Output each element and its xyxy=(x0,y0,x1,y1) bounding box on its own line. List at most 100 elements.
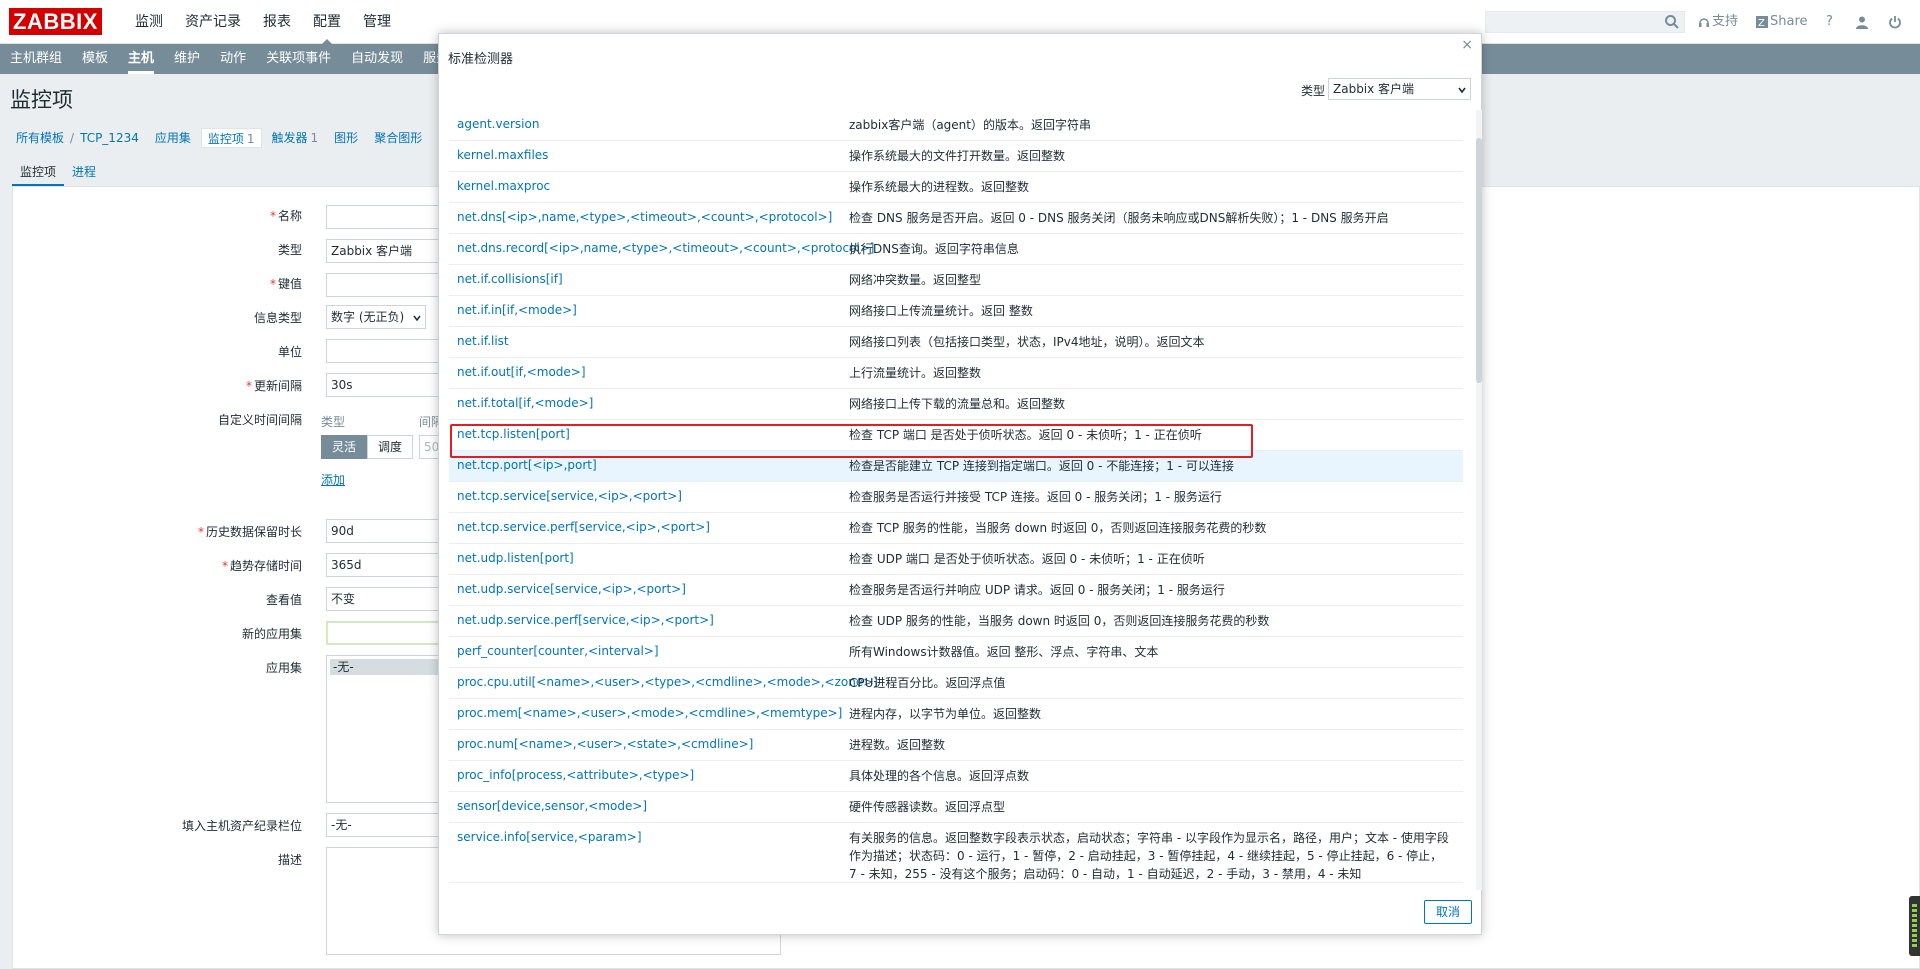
item-key-link[interactable]: proc.cpu.util[<name>,<user>,<type>,<cmdl… xyxy=(457,675,878,689)
close-icon[interactable]: × xyxy=(1461,38,1473,52)
item-key-row: agent.version zabbix客户端（agent）的版本。返回字符串 xyxy=(449,110,1463,141)
item-key-link[interactable]: kernel.maxfiles xyxy=(457,148,548,162)
item-key-row: net.tcp.service[service,<ip>,<port>] 检查服务… xyxy=(449,482,1463,513)
sign-out-icon[interactable] xyxy=(1888,0,1902,44)
breadcrumb-template[interactable]: TCP_1234 xyxy=(74,128,145,148)
nav-inventory[interactable]: 资产记录 xyxy=(174,0,252,44)
item-key-link[interactable]: net.tcp.service.perf[service,<ip>,<port>… xyxy=(457,520,710,534)
key-label: * 键值 xyxy=(269,277,302,291)
item-key-description: 检查服务是否运行并接受 TCP 连接。返回 0 - 服务关闭；1 - 服务运行 xyxy=(849,490,1222,504)
item-key-row: service.info[service,<param>] 有关服务的信息。返回整… xyxy=(449,823,1463,883)
item-key-description: 进程内存，以字节为单位。返回整数 xyxy=(849,707,1042,721)
item-key-link[interactable]: service.info[service,<param>] xyxy=(457,830,642,844)
item-key-link[interactable]: net.if.in[if,<mode>] xyxy=(457,303,577,317)
nav-monitoring[interactable]: 监测 xyxy=(124,0,174,44)
item-key-link[interactable]: net.if.total[if,<mode>] xyxy=(457,396,593,410)
headset-icon xyxy=(1699,18,1709,27)
scrollbar-thumb[interactable] xyxy=(1476,138,1482,383)
item-key-row: net.dns.record[<ip>,name,<type>,<timeout… xyxy=(449,234,1463,265)
item-key-link[interactable]: sensor[device,sensor,<mode>] xyxy=(457,799,647,813)
breadcrumb-screens[interactable]: 聚合图形 xyxy=(368,128,428,148)
item-key-link[interactable]: net.if.out[if,<mode>] xyxy=(457,365,586,379)
item-key-link[interactable]: net.tcp.port[<ip>,port] xyxy=(457,458,597,472)
item-key-row: kernel.maxproc 操作系统最大的进程数。返回整数 xyxy=(449,172,1463,203)
interval-type-toggle: 灵活 调度 xyxy=(321,435,414,459)
help-icon[interactable]: ? xyxy=(1826,0,1833,44)
item-key-link[interactable]: proc.num[<name>,<user>,<state>,<cmdline>… xyxy=(457,737,753,751)
item-key-link[interactable]: net.tcp.service[service,<ip>,<port>] xyxy=(457,489,682,503)
flexible-option[interactable]: 灵活 xyxy=(321,435,368,459)
type-filter-select[interactable]: Zabbix 客户端 xyxy=(1328,78,1471,100)
breadcrumb-items-label: 监控项 xyxy=(207,132,244,146)
list-scrollbar[interactable] xyxy=(1476,110,1482,890)
item-key-row: sensor[device,sensor,<mode>] 硬件传感器读数。返回浮点… xyxy=(449,792,1463,823)
item-key-link[interactable]: net.if.list xyxy=(457,334,509,348)
item-key-row: net.udp.service.perf[service,<ip>,<port>… xyxy=(449,606,1463,637)
item-key-description: 具体处理的各个信息。返回浮点数 xyxy=(849,769,1030,783)
global-search-input[interactable] xyxy=(1485,11,1685,33)
breadcrumb-triggers[interactable]: 触发器 1 xyxy=(266,128,325,148)
info-type-select[interactable]: 数字 (无正负) xyxy=(326,305,426,329)
item-key-description: 操作系统最大的进程数。返回整数 xyxy=(849,180,1030,194)
item-key-link[interactable]: net.dns[<ip>,name,<type>,<timeout>,<coun… xyxy=(457,210,832,224)
item-key-link[interactable]: proc_info[process,<attribute>,<type>] xyxy=(457,768,694,782)
item-key-link[interactable]: agent.version xyxy=(457,117,539,131)
info-type-label: 信息类型 xyxy=(253,311,302,325)
side-status-widget[interactable] xyxy=(1909,896,1920,956)
inventory-field-label: 填入主机资产纪录栏位 xyxy=(181,819,302,833)
tab-item[interactable]: 监控项 xyxy=(12,160,65,187)
subnav-actions[interactable]: 动作 xyxy=(210,44,256,74)
nav-reports[interactable]: 报表 xyxy=(252,0,302,44)
subnav-templates[interactable]: 模板 xyxy=(72,44,118,74)
share-logo-icon: Z xyxy=(1756,16,1768,28)
item-key-row: proc.cpu.util[<name>,<user>,<type>,<cmdl… xyxy=(449,668,1463,699)
nav-administration[interactable]: 管理 xyxy=(352,0,402,44)
breadcrumb-items[interactable]: 监控项 1 xyxy=(200,128,262,148)
item-key-description: 网络接口列表（包括接口类型，状态，IPv4地址，说明）。返回文本 xyxy=(849,335,1205,349)
breadcrumb-all-templates[interactable]: 所有模板 xyxy=(10,128,70,148)
subnav-maintenance[interactable]: 维护 xyxy=(164,44,210,74)
item-key-link[interactable]: net.dns.record[<ip>,name,<type>,<timeout… xyxy=(457,241,874,255)
breadcrumb-graphs[interactable]: 图形 xyxy=(328,128,364,148)
chevron-down-icon xyxy=(413,315,421,322)
info-type-value: 数字 (无正负) xyxy=(331,310,405,324)
page-title: 监控项 xyxy=(10,88,73,112)
subnav-hosts[interactable]: 主机 xyxy=(118,44,164,74)
item-key-link[interactable]: perf_counter[counter,<interval>] xyxy=(457,644,659,658)
add-interval-link[interactable]: 添加 xyxy=(321,471,345,488)
item-key-link[interactable]: proc.mem[<name>,<user>,<mode>,<cmdline>,… xyxy=(457,706,842,720)
cancel-button[interactable]: 取消 xyxy=(1424,900,1472,924)
tab-preprocessing[interactable]: 进程 xyxy=(64,160,104,187)
scheduling-option[interactable]: 调度 xyxy=(367,435,414,459)
item-key-link[interactable]: net.udp.listen[port] xyxy=(457,551,574,565)
item-key-description: 进程数。返回整数 xyxy=(849,738,946,752)
item-key-row: net.if.collisions[if] 网络冲突数量。返回整型 xyxy=(449,265,1463,296)
item-key-row: net.udp.listen[port] 检查 UDP 端口 是否处于侦听状态。返… xyxy=(449,544,1463,575)
subnav-event-correlation[interactable]: 关联项事件 xyxy=(256,44,341,74)
item-key-link[interactable]: net.udp.service[service,<ip>,<port>] xyxy=(457,582,686,596)
custom-col-type: 类型 xyxy=(321,415,346,429)
share-link[interactable]: Z Share xyxy=(1756,0,1808,44)
standard-items-dialog: 标准检测器 × 类型 Zabbix 客户端 agent.version zabbi… xyxy=(438,33,1482,935)
zabbix-logo[interactable]: ZABBIX xyxy=(9,8,102,35)
subnav-discovery[interactable]: 自动发现 xyxy=(341,44,413,74)
subnav-host-groups[interactable]: 主机群组 xyxy=(0,44,72,74)
nav-configuration[interactable]: 配置 xyxy=(302,0,352,45)
item-tabs: 监控项 进程 xyxy=(12,160,104,187)
applications-label: 应用集 xyxy=(265,661,302,675)
item-key-link[interactable]: kernel.maxproc xyxy=(457,179,550,193)
support-label: 支持 xyxy=(1712,14,1739,29)
item-key-row: net.if.list 网络接口列表（包括接口类型，状态，IPv4地址，说明）。返… xyxy=(449,327,1463,358)
item-key-link[interactable]: net.if.collisions[if] xyxy=(457,272,563,286)
show-value-label: 查看值 xyxy=(265,593,302,607)
search-icon[interactable] xyxy=(1664,14,1680,30)
support-link[interactable]: 支持 xyxy=(1698,0,1738,44)
item-key-link[interactable]: net.udp.service.perf[service,<ip>,<port>… xyxy=(457,613,714,627)
item-key-description: 网络接口上传下载的流量总和。返回整数 xyxy=(849,397,1066,411)
breadcrumb-triggers-label: 触发器 xyxy=(271,131,308,145)
item-key-row: net.tcp.service.perf[service,<ip>,<port>… xyxy=(449,513,1463,544)
breadcrumb-applications[interactable]: 应用集 xyxy=(149,128,197,148)
user-profile-icon[interactable] xyxy=(1855,0,1869,44)
item-key-description: 检查是否能建立 TCP 连接到指定端口。返回 0 - 不能连接；1 - 可以连接 xyxy=(849,459,1234,473)
item-key-row: net.if.total[if,<mode>] 网络接口上传下载的流量总和。返回整… xyxy=(449,389,1463,420)
